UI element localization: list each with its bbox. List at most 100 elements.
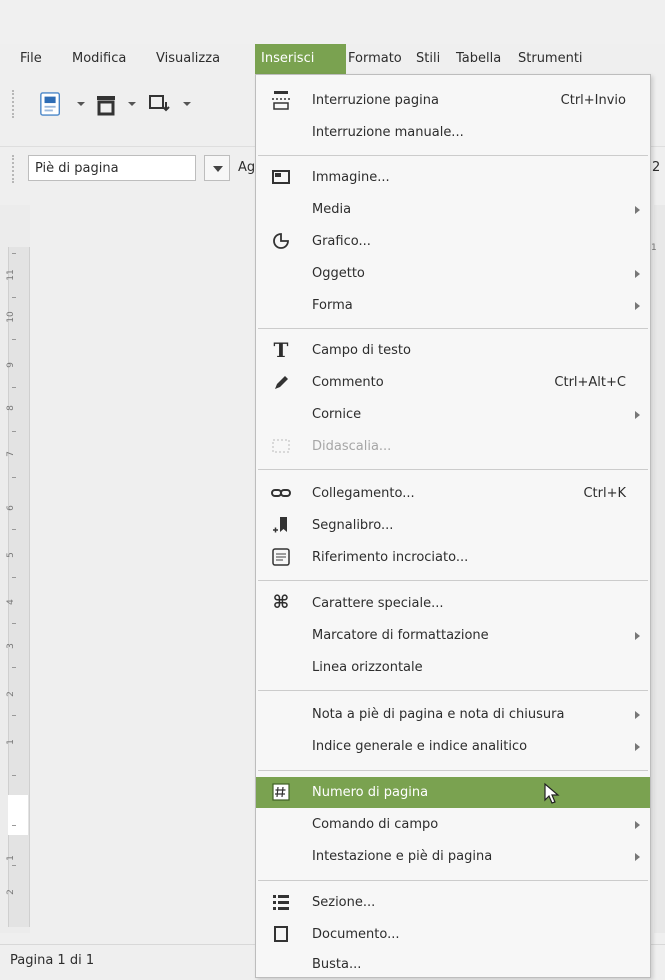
comment-pen-icon — [275, 376, 288, 389]
menu-item-oggetto[interactable]: Oggetto — [256, 258, 650, 289]
menu-separator — [258, 155, 648, 156]
font-size-field[interactable]: 2 — [652, 160, 660, 175]
menu-item-forma[interactable]: Forma — [256, 290, 650, 321]
menu-item-label: Cornice — [312, 407, 362, 422]
cross-reference-icon — [272, 548, 290, 566]
menu-visualizza[interactable]: Visualizza — [150, 44, 226, 74]
menu-separator — [258, 328, 648, 329]
title-bar — [0, 0, 665, 44]
menu-item-marcatore-di-formattazione[interactable]: Marcatore di formattazione — [256, 620, 650, 651]
submenu-arrow-icon — [635, 270, 640, 278]
menu-item-campo-di-testo[interactable]: T Campo di testo — [256, 335, 650, 366]
toolbar-grip[interactable] — [12, 155, 17, 183]
menu-item-comando-di-campo[interactable]: Comando di campo — [256, 809, 650, 840]
menu-separator — [258, 690, 648, 691]
menu-file[interactable]: File — [14, 44, 48, 74]
menu-modifica[interactable]: Modifica — [66, 44, 132, 74]
menu-separator — [258, 580, 648, 581]
page-count-status[interactable]: Pagina 1 di 1 — [10, 953, 94, 968]
menu-item-shortcut: Ctrl+Alt+C — [554, 375, 626, 390]
submenu-arrow-icon — [635, 711, 640, 719]
document-area-edge: 1 — [651, 205, 665, 933]
menu-item-label: Numero di pagina — [312, 785, 429, 800]
special-character-icon: ⌘ — [272, 592, 290, 613]
ruler-label: 11 — [6, 269, 16, 281]
menu-item-label: Campo di testo — [312, 343, 411, 358]
menu-item-segnalibro[interactable]: Segnalibro... — [256, 510, 650, 541]
menu-item-didascalia: Didascalia... — [256, 431, 650, 462]
submenu-arrow-icon — [635, 632, 640, 640]
toolbar-grip[interactable] — [12, 90, 17, 118]
menu-stili[interactable]: Stili — [410, 44, 446, 74]
menu-item-riferimento-incrociato[interactable]: Riferimento incrociato... — [256, 542, 650, 573]
templates-icon[interactable] — [94, 92, 118, 116]
menu-item-shortcut: Ctrl+K — [583, 486, 626, 501]
menu-separator — [258, 469, 648, 470]
vertical-ruler: 11 10 9 8 7 6 5 4 3 2 1 1 2 — [0, 205, 30, 933]
submenu-arrow-icon — [635, 206, 640, 214]
menu-item-label: Segnalibro... — [312, 518, 394, 533]
paragraph-style-input[interactable] — [28, 155, 196, 181]
menu-item-label: Commento — [312, 375, 384, 390]
menu-item-label: Marcatore di formattazione — [312, 628, 489, 643]
submenu-arrow-icon — [635, 302, 640, 310]
document-icon — [274, 926, 288, 942]
new-document-dropdown-icon[interactable] — [77, 102, 85, 106]
menu-item-label: Forma — [312, 298, 353, 313]
ruler-label: 9 — [6, 362, 16, 368]
menu-item-label: Didascalia... — [312, 439, 392, 454]
templates-dropdown-icon[interactable] — [128, 102, 136, 106]
caption-icon — [272, 439, 290, 453]
ruler-label: 8 — [6, 405, 16, 411]
menu-item-label: Interruzione pagina — [312, 93, 439, 108]
ruler-page-area — [8, 795, 28, 835]
ruler-label: 1 — [6, 739, 16, 745]
menu-item-documento[interactable]: Documento... — [256, 919, 650, 950]
insert-menu: Interruzione pagina Ctrl+Invio Interruzi… — [255, 74, 651, 978]
menu-item-commento[interactable]: Commento Ctrl+Alt+C — [256, 367, 650, 398]
menu-item-intestazione-e-pie-di-pagina[interactable]: Intestazione e piè di pagina — [256, 841, 650, 872]
menu-item-label: Riferimento incrociato... — [312, 550, 469, 565]
menu-item-media[interactable]: Media — [256, 194, 650, 225]
menu-item-indice-generale[interactable]: Indice generale e indice analitico — [256, 731, 650, 762]
menu-inserisci[interactable]: Inserisci — [255, 44, 346, 74]
menu-item-label: Carattere speciale... — [312, 596, 444, 611]
ruler-label: 2 — [6, 691, 16, 697]
ruler-label: 1 — [6, 855, 16, 861]
menu-item-cornice[interactable]: Cornice — [256, 399, 650, 430]
page-number-icon — [272, 783, 290, 801]
menu-strumenti[interactable]: Strumenti — [512, 44, 589, 74]
menu-separator — [258, 880, 648, 881]
menu-item-numero-di-pagina[interactable]: Numero di pagina — [256, 777, 650, 808]
submenu-arrow-icon — [635, 411, 640, 419]
image-icon — [272, 170, 290, 184]
update-style-button-label[interactable]: Ag — [238, 155, 255, 181]
menu-tabella[interactable]: Tabella — [450, 44, 507, 74]
open-dropdown-icon[interactable] — [183, 102, 191, 106]
menu-item-grafico[interactable]: Grafico... — [256, 226, 650, 257]
menu-item-carattere-speciale[interactable]: ⌘ Carattere speciale... — [256, 588, 650, 619]
open-icon[interactable] — [147, 92, 173, 116]
menu-separator — [258, 770, 648, 771]
menu-item-linea-orizzontale[interactable]: Linea orizzontale — [256, 652, 650, 683]
chart-icon — [273, 233, 289, 249]
menu-item-label: Indice generale e indice analitico — [312, 739, 528, 754]
page-break-icon — [272, 91, 290, 110]
menu-item-interruzione-manuale[interactable]: Interruzione manuale... — [256, 117, 650, 148]
menu-item-label: Busta... — [312, 957, 362, 972]
menu-item-label: Linea orizzontale — [312, 660, 423, 675]
ruler-label: 4 — [6, 599, 16, 605]
menu-item-nota-a-pie-di-pagina[interactable]: Nota a piè di pagina e nota di chiusura — [256, 699, 650, 730]
menu-item-busta[interactable]: Busta... — [256, 949, 650, 980]
paragraph-style-dropdown[interactable] — [204, 155, 230, 181]
menu-item-interruzione-pagina[interactable]: Interruzione pagina Ctrl+Invio — [256, 85, 650, 116]
new-document-icon[interactable] — [36, 92, 66, 116]
menu-item-label: Sezione... — [312, 895, 376, 910]
ruler-label: 2 — [6, 889, 16, 895]
menu-formato[interactable]: Formato — [342, 44, 408, 74]
menu-item-label: Oggetto — [312, 266, 365, 281]
paragraph-style-box: Ag — [28, 155, 260, 183]
menu-item-sezione[interactable]: Sezione... — [256, 887, 650, 918]
menu-item-immagine[interactable]: Immagine... — [256, 162, 650, 193]
menu-item-collegamento[interactable]: Collegamento... Ctrl+K — [256, 478, 650, 509]
